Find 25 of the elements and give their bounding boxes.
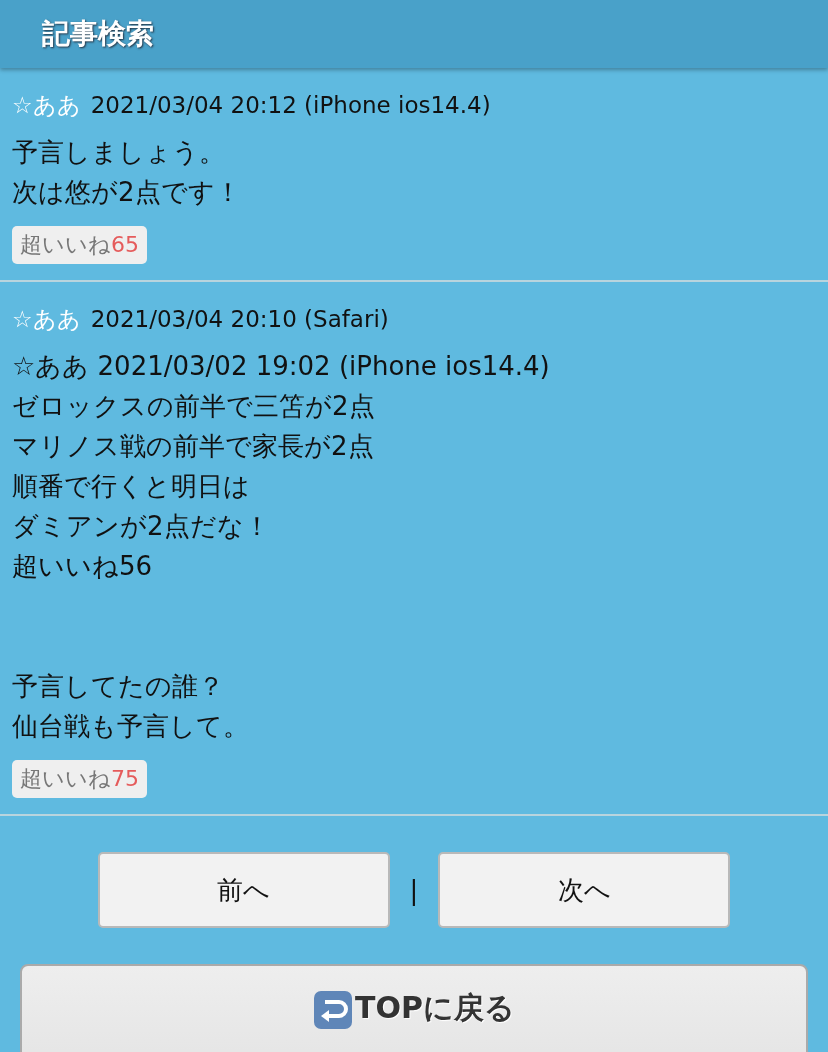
post-text: 予言してたの誰？ bbox=[12, 670, 225, 703]
post-text: ゼロックスの前半で三笘が2点 bbox=[12, 390, 376, 423]
post-text: 次は悠が2点です！ bbox=[12, 176, 242, 209]
separator: | bbox=[409, 875, 419, 905]
page-title: 記事検索 bbox=[42, 16, 154, 52]
post-text: ☆ああ 2021/03/02 19:02 (iPhone ios14.4) bbox=[12, 350, 551, 383]
post-meta: 2021/03/04 20:10 (Safari) bbox=[90, 305, 389, 334]
post-text: 順番で行くと明日は bbox=[12, 470, 251, 503]
like-count: 65 bbox=[111, 231, 139, 259]
like-label: 超いいね bbox=[20, 231, 111, 259]
like-badge[interactable]: 超いいね65 bbox=[12, 226, 147, 264]
post-text: ダミアンが2点だな！ bbox=[12, 510, 271, 543]
like-label: 超いいね bbox=[20, 765, 111, 793]
post-text: 予言しましょう。 bbox=[12, 136, 226, 169]
author-name: ☆ああ bbox=[12, 305, 81, 334]
like-badge[interactable]: 超いいね75 bbox=[12, 760, 147, 798]
post-text: 仙台戦も予言して。 bbox=[12, 710, 250, 743]
next-button[interactable]: 次へ bbox=[438, 852, 731, 928]
top-button[interactable]: TOPに戻る bbox=[20, 964, 808, 1052]
prev-button[interactable]: 前へ bbox=[97, 852, 390, 928]
author-name: ☆ああ bbox=[12, 91, 81, 120]
post-meta: 2021/03/04 20:12 (iPhone ios14.4) bbox=[90, 91, 491, 120]
post-text: マリノス戦の前半で家長が2点 bbox=[12, 430, 375, 463]
like-count: 75 bbox=[111, 765, 139, 793]
post-text: 超いいね56 bbox=[12, 550, 154, 583]
